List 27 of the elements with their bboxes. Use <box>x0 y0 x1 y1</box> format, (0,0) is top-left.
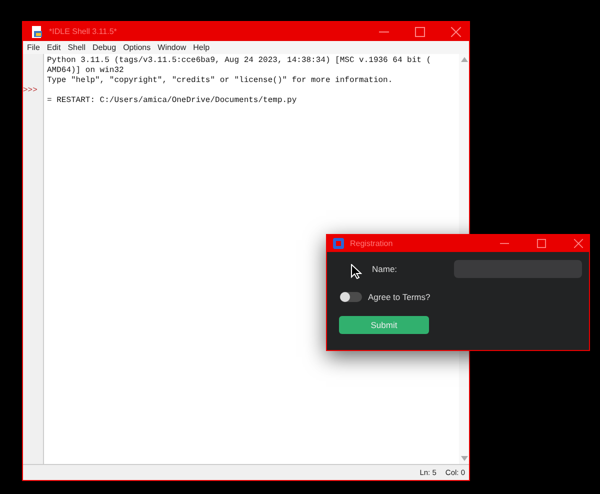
close-icon[interactable] <box>451 26 461 36</box>
menu-item[interactable]: Edit <box>46 43 61 52</box>
python-file-icon <box>31 26 43 38</box>
scroll-down-icon[interactable] <box>460 456 468 461</box>
shell-output-line: Type "help", "copyright", "credits" or "license()" for more information. <box>47 76 393 85</box>
menu-item[interactable]: File <box>27 43 40 52</box>
scroll-up-icon[interactable] <box>460 57 468 62</box>
shell-output-line: Python 3.11.5 (tags/v3.11.5:cce6ba9, Aug 24 2023, 14:38:34) [MSC v.1936 64 bit ( <box>47 56 432 65</box>
shell-output-line: = RESTART: C:/Users/amica/OneDrive/Documents/temp.py <box>47 96 297 105</box>
menu-item[interactable]: Window <box>158 43 186 52</box>
close-icon[interactable] <box>574 239 583 248</box>
menu-item[interactable]: Help <box>193 43 210 52</box>
menu-item[interactable]: Debug <box>92 43 116 52</box>
toggle-label: Agree to Terms? <box>368 292 430 302</box>
shell-output-line: AMD64)] on win32 <box>47 66 124 75</box>
name-label: Name: <box>372 264 398 274</box>
menu-item[interactable]: Options <box>123 43 151 52</box>
window-title: Registration <box>350 239 393 248</box>
menu-item[interactable]: Shell <box>68 43 86 52</box>
cursor-icon <box>351 264 362 279</box>
maximize-icon[interactable] <box>415 26 425 36</box>
window-title: *IDLE Shell 3.11.5* <box>49 27 117 36</box>
shell-prompt: >>> <box>23 86 38 95</box>
app-icon <box>333 238 344 249</box>
toggle-switch[interactable] <box>340 292 362 302</box>
name-field[interactable] <box>454 260 582 278</box>
maximize-icon[interactable] <box>537 239 546 248</box>
